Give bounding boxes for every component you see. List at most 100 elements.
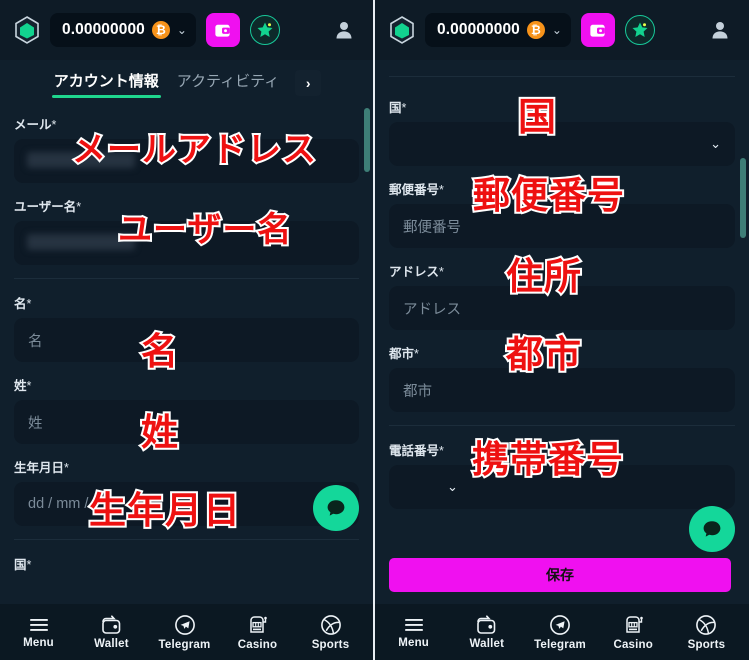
balance-pill[interactable]: 0.00000000 ₿ ⌄: [50, 13, 196, 47]
field-address: アドレス* アドレス: [389, 261, 735, 330]
label-username: ユーザー名*: [14, 200, 82, 214]
nav-label-wallet: Wallet: [469, 637, 505, 650]
bottom-navigation-right: Menu Wallet Telegram Casino Sports: [375, 604, 749, 660]
select-country[interactable]: ⌄: [389, 122, 735, 166]
nav-label-menu: Menu: [23, 636, 54, 649]
field-city: 都市* 都市: [389, 343, 735, 412]
field-birthdate: 生年月日* dd / mm /: [14, 457, 359, 526]
section-divider-1: [14, 278, 359, 279]
nav-label-sports: Sports: [311, 638, 350, 651]
scrollbar-thumb-right[interactable]: [740, 158, 746, 238]
nav-item-sports[interactable]: Sports: [670, 604, 743, 660]
input-address[interactable]: アドレス: [389, 286, 735, 330]
label-address: アドレス*: [389, 265, 444, 279]
wallet-button[interactable]: [205, 13, 240, 47]
field-lastname: 姓* 姓: [14, 375, 359, 444]
nav-label-casino: Casino: [613, 638, 653, 651]
nav-item-sports[interactable]: Sports: [294, 604, 367, 660]
balance-pill[interactable]: 0.00000000 ₿ ⌄: [425, 13, 571, 47]
input-lastname[interactable]: 姓: [14, 400, 359, 444]
hexagon-logo-icon[interactable]: [389, 16, 415, 44]
nav-item-wallet[interactable]: Wallet: [450, 604, 523, 660]
input-email[interactable]: [14, 139, 359, 183]
label-country: 国*: [389, 101, 407, 115]
input-postal[interactable]: 郵便番号: [389, 204, 735, 248]
bottom-navigation-left: Menu Wallet Telegram Casino Sports: [0, 604, 373, 660]
star-gift-icon[interactable]: [249, 15, 280, 45]
placeholder-firstname: 名: [28, 333, 43, 350]
tab-activity[interactable]: アクティビティ: [175, 66, 281, 100]
top-bar: 0.00000000 ₿ ⌄: [0, 0, 373, 60]
wallet-icon: [102, 614, 121, 634]
label-postal: 郵便番号*: [389, 183, 444, 197]
ball-icon: [696, 614, 717, 635]
nav-label-casino: Casino: [237, 638, 278, 651]
nav-item-casino[interactable]: Casino: [597, 604, 670, 660]
user-avatar-icon[interactable]: [329, 15, 359, 45]
label-city: 都市*: [389, 347, 419, 361]
slot-machine-icon: [250, 615, 267, 633]
top-bar-right: 0.00000000 ₿ ⌄: [375, 0, 749, 60]
placeholder-city: 都市: [403, 383, 432, 400]
ball-icon: [320, 614, 341, 635]
section-divider-2: [14, 539, 359, 540]
chat-support-button[interactable]: [689, 506, 735, 552]
field-email: メール*: [14, 114, 359, 183]
field-phone: 電話番号* ⌄: [389, 440, 735, 509]
placeholder-address: アドレス: [403, 301, 461, 318]
nav-item-casino[interactable]: Casino: [221, 604, 294, 660]
nav-item-telegram[interactable]: Telegram: [148, 604, 221, 660]
balance-amount: 0.00000000: [62, 21, 145, 38]
nav-item-menu[interactable]: Menu: [377, 604, 450, 660]
field-firstname: 名* 名: [14, 293, 359, 362]
nav-label-wallet: Wallet: [94, 637, 129, 650]
section-divider-top: [389, 76, 735, 77]
slot-machine-icon: [625, 615, 643, 633]
chat-support-button[interactable]: [313, 485, 359, 531]
wallet-button[interactable]: [580, 13, 615, 47]
input-phone[interactable]: ⌄: [389, 465, 735, 509]
placeholder-lastname: 姓: [28, 415, 43, 432]
input-city[interactable]: 都市: [389, 368, 735, 412]
nav-item-menu[interactable]: Menu: [2, 604, 75, 660]
label-email: メール*: [14, 118, 57, 132]
tabs-next-button[interactable]: ›: [295, 70, 322, 96]
chevron-down-icon[interactable]: ⌄: [447, 479, 458, 495]
input-birthdate[interactable]: dd / mm /: [14, 482, 359, 526]
user-avatar-icon[interactable]: [705, 15, 735, 45]
input-username[interactable]: [14, 221, 359, 265]
label-lastname: 姓*: [14, 379, 32, 393]
nav-label-menu: Menu: [398, 636, 430, 649]
label-phone: 電話番号*: [389, 444, 444, 458]
star-gift-icon[interactable]: [624, 15, 655, 45]
nav-label-telegram: Telegram: [534, 638, 586, 651]
hexagon-logo-icon[interactable]: [14, 16, 40, 44]
label-country-partial: 国*: [14, 558, 32, 572]
section-divider-3: [389, 425, 735, 426]
hamburger-menu-icon: [404, 618, 423, 631]
scrollbar-thumb-left[interactable]: [364, 108, 370, 172]
nav-label-telegram: Telegram: [158, 638, 211, 651]
nav-item-wallet[interactable]: Wallet: [75, 604, 148, 660]
save-button[interactable]: 保存: [389, 558, 731, 592]
tab-bar: アカウント情報 アクティビティ ›: [0, 60, 373, 106]
left-form-body: メール* ユーザー名* 名* 名 姓* 姓 生年月日* dd / mm / 国*…: [0, 106, 373, 604]
label-firstname: 名*: [14, 297, 32, 311]
tab-account-info[interactable]: アカウント情報: [51, 66, 161, 100]
left-screen-panel: 0.00000000 ₿ ⌄ アカウント情報 アクティビティ › メール* ユー…: [0, 0, 375, 660]
telegram-icon: [550, 614, 570, 635]
field-country: 国* ⌄: [389, 97, 735, 166]
balance-amount: 0.00000000: [437, 21, 520, 38]
bitcoin-icon: ₿: [151, 21, 170, 39]
placeholder-birthdate: dd / mm /: [28, 496, 89, 512]
nav-item-telegram[interactable]: Telegram: [523, 604, 596, 660]
right-screen-panel: 0.00000000 ₿ ⌄ 国* ⌄ 郵便番号* 郵便番号 アドレス* アドレ…: [375, 0, 749, 660]
right-form-body: 国* ⌄ 郵便番号* 郵便番号 アドレス* アドレス 都市* 都市 電話番号* …: [375, 60, 749, 604]
label-birthdate: 生年月日*: [14, 461, 69, 475]
dual-screenshot-container: 0.00000000 ₿ ⌄ アカウント情報 アクティビティ › メール* ユー…: [0, 0, 749, 660]
input-firstname[interactable]: 名: [14, 318, 359, 362]
wallet-icon: [477, 614, 496, 634]
nav-label-sports: Sports: [687, 638, 726, 651]
chevron-down-icon[interactable]: ⌄: [177, 24, 187, 36]
chevron-down-icon[interactable]: ⌄: [552, 24, 562, 36]
